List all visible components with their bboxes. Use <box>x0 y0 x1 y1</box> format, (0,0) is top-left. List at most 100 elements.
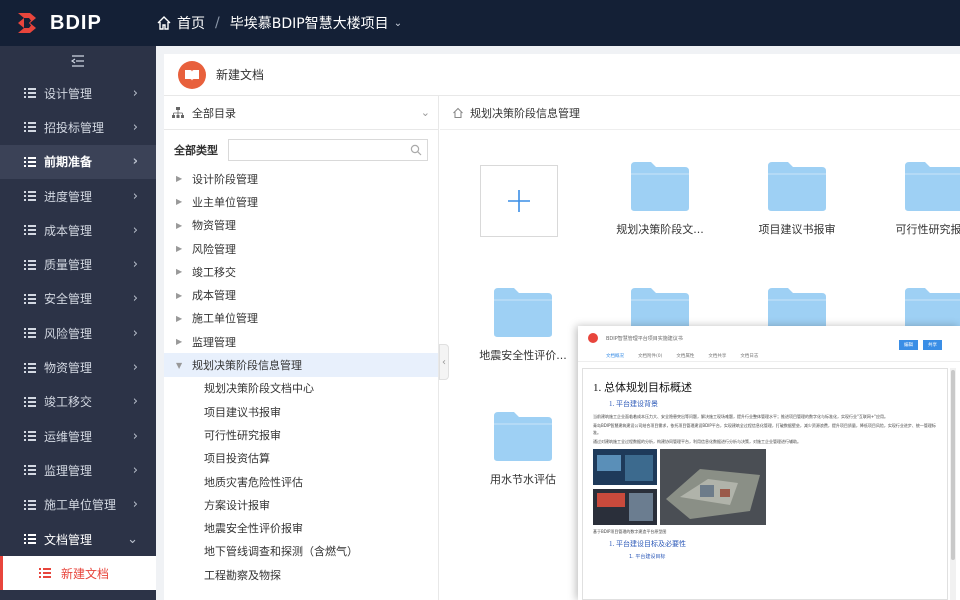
list-icon <box>24 465 36 476</box>
preview-action-button[interactable]: 编辑 <box>899 340 918 350</box>
doc-heading-2: 1. 平台建设背景 <box>609 400 658 408</box>
sidebar-item-13[interactable]: 文档管理 ⌄ <box>0 522 156 556</box>
tree-leaf[interactable]: 地震安全性评价报审 <box>164 516 438 539</box>
tree-leaf[interactable]: 地下管线调查和探测（含燃气） <box>164 540 438 563</box>
directory-tree-panel: 全部目录 ⌄ 全部类型 ▶ 设计阶段管理 ▶ 业主单位管理 ▶ 物资管理 ▶ 风险管理 ▶ 竣工移… <box>164 96 439 600</box>
preview-tab[interactable]: 文档属性 <box>676 353 694 359</box>
doc-paragraph: 通过对建筑施工全过程数据的分析，构建协同管理平台，利用信息化数据进行分析与决策，… <box>593 439 801 444</box>
folder-tile[interactable]: 可行性研究报审 <box>884 158 960 237</box>
tree-leaf[interactable]: 项目投资估算 <box>164 447 438 470</box>
sidebar-item-7[interactable]: 风险管理 › <box>0 316 156 350</box>
tree-node[interactable]: ▶ 监理管理 <box>164 330 438 353</box>
sidebar-item-label: 运维管理 <box>44 429 93 444</box>
document-preview-window: BDIP智慧管理平台项目实施建议书 文档概况 文档附件(0) 文档属性 文档共享 文档日… <box>578 326 960 600</box>
sidebar-item-4[interactable]: 成本管理 › <box>0 213 156 247</box>
tree-node[interactable]: ▶ 物资管理 <box>164 214 438 237</box>
doc-heading-1: 1. 总体规划目标概述 <box>593 382 692 394</box>
chevron-down-icon: ⌄ <box>393 17 403 29</box>
tree-node-label: 竣工移交 <box>192 265 236 279</box>
tree-leaf[interactable]: 项目建议书报审 <box>164 400 438 423</box>
page-header: 新建文档 <box>164 54 960 96</box>
tree-node-label: 成本管理 <box>192 289 236 303</box>
sidebar-item-10[interactable]: 运维管理 › <box>0 419 156 453</box>
sidebar-item-8[interactable]: 物资管理 › <box>0 350 156 384</box>
folder-tile[interactable]: 用水节水评估 <box>473 408 573 487</box>
chevron-right-icon: › <box>132 188 138 204</box>
caret-right-icon: ▶ <box>176 197 183 207</box>
preview-tab[interactable]: 文档共享 <box>708 353 726 359</box>
doc-caption: 基于BDIP项目管理的数字建造平台原型图 <box>593 529 667 534</box>
sidebar-item-label: 招投标管理 <box>44 120 105 135</box>
tree-node[interactable]: ▶ 施工单位管理 <box>164 307 438 330</box>
list-icon <box>24 88 36 99</box>
caret-right-icon: ▶ <box>176 267 183 277</box>
tree-node[interactable]: ▶ 风险管理 <box>164 237 438 260</box>
tree-node-expanded[interactable]: ▼ 规划决策阶段信息管理 <box>164 353 438 377</box>
directory-root-label: 全部目录 <box>192 106 236 120</box>
type-search-input[interactable] <box>229 140 427 160</box>
tree-node[interactable]: ▶ 业主单位管理 <box>164 190 438 213</box>
folder-tile[interactable]: 规划决策阶段文... <box>610 158 710 237</box>
logo[interactable]: BDIP <box>0 11 156 35</box>
folder-tile[interactable]: 地震安全性评价... <box>473 284 573 363</box>
project-name: 毕埃慕BDIP智慧大楼项目 <box>229 16 389 32</box>
sidebar-item-12[interactable]: 施工单位管理 › <box>0 488 156 522</box>
caret-right-icon: ▶ <box>176 220 183 230</box>
sidebar-subitem-label: 新建文档 <box>61 566 110 581</box>
search-icon[interactable] <box>410 144 422 156</box>
tree-node[interactable]: ▶ 成本管理 <box>164 283 438 306</box>
tree-node[interactable]: ▶ 设计阶段管理 <box>164 167 438 190</box>
preview-scrollbar[interactable] <box>950 368 956 600</box>
directory-root[interactable]: 全部目录 ⌄ <box>164 96 438 130</box>
preview-tab[interactable]: 文档日志 <box>740 353 758 359</box>
sidebar-item-label: 质量管理 <box>44 258 93 273</box>
project-selector[interactable]: 毕埃慕BDIP智慧大楼项目 ⌄ <box>230 13 402 33</box>
tree-node[interactable]: ▶ 竣工移交 <box>164 260 438 283</box>
sidebar-subitem-new-document[interactable]: 新建文档 <box>0 556 156 591</box>
preview-actions: 编辑 共享 <box>899 340 942 350</box>
sidebar-item-11[interactable]: 监理管理 › <box>0 453 156 487</box>
tree-leaf[interactable]: 可行性研究报审 <box>164 423 438 446</box>
chevron-right-icon: › <box>132 222 138 238</box>
preview-tab[interactable]: 文档概况 <box>606 353 624 359</box>
preview-tab[interactable]: 文档附件(0) <box>638 353 662 359</box>
sidebar-item-2[interactable]: 前期准备 › <box>0 144 156 179</box>
sidebar-item-label: 文档管理 <box>44 532 93 547</box>
breadcrumb-home[interactable]: 首页 <box>156 13 205 33</box>
chevron-down-icon: ⌄ <box>127 531 138 547</box>
sidebar-collapse-button[interactable] <box>0 46 156 76</box>
chevron-down-icon[interactable]: ⌄ <box>421 106 430 119</box>
tree-leaf[interactable]: 方案设计报审 <box>164 493 438 516</box>
doc-figure <box>593 449 937 525</box>
tree-leaf[interactable]: 工程勘察及物探 <box>164 563 438 586</box>
tree-node-list: ▶ 设计阶段管理 ▶ 业主单位管理 ▶ 物资管理 ▶ 风险管理 ▶ 竣工移交 ▶ 成本管理 ▶ 施工单位管… <box>164 167 438 353</box>
add-folder-button[interactable] <box>480 165 558 237</box>
sidebar-item-5[interactable]: 质量管理 › <box>0 247 156 281</box>
preview-title: BDIP智慧管理平台项目实施建议书 <box>606 335 683 342</box>
sidebar: 设计管理 › 招投标管理 › 前期准备 › 进度管理 › 成本管理 › 质量管理 › 安全管理 › 风险管理… <box>0 46 156 600</box>
chevron-right-icon: › <box>132 291 138 307</box>
list-icon <box>24 499 36 510</box>
home-icon[interactable] <box>452 107 464 119</box>
list-icon <box>24 225 36 236</box>
tree-node-label: 业主单位管理 <box>192 195 258 209</box>
sidebar-item-label: 施工单位管理 <box>44 498 117 513</box>
tree-leaf[interactable]: 规划决策阶段文档中心 <box>164 377 438 400</box>
book-icon <box>178 60 206 89</box>
sidebar-item-1[interactable]: 招投标管理 › <box>0 110 156 144</box>
sidebar-item-6[interactable]: 安全管理 › <box>0 282 156 316</box>
type-filter-label: 全部类型 <box>174 144 218 157</box>
list-icon <box>39 568 51 579</box>
type-search-box <box>228 139 428 161</box>
brand-name: BDIP <box>50 11 102 34</box>
list-icon <box>24 191 36 202</box>
folder-tile[interactable]: 项目建议书报审 <box>747 158 847 237</box>
sidebar-item-3[interactable]: 进度管理 › <box>0 179 156 213</box>
chevron-right-icon: › <box>132 394 138 410</box>
file-path-label: 规划决策阶段信息管理 <box>470 106 580 120</box>
sidebar-item-0[interactable]: 设计管理 › <box>0 76 156 110</box>
preview-action-button[interactable]: 共享 <box>923 340 942 350</box>
tree-leaf[interactable]: 地质灾害危险性评估 <box>164 470 438 493</box>
sidebar-item-9[interactable]: 竣工移交 › <box>0 385 156 419</box>
breadcrumb-separator: / <box>215 15 220 31</box>
